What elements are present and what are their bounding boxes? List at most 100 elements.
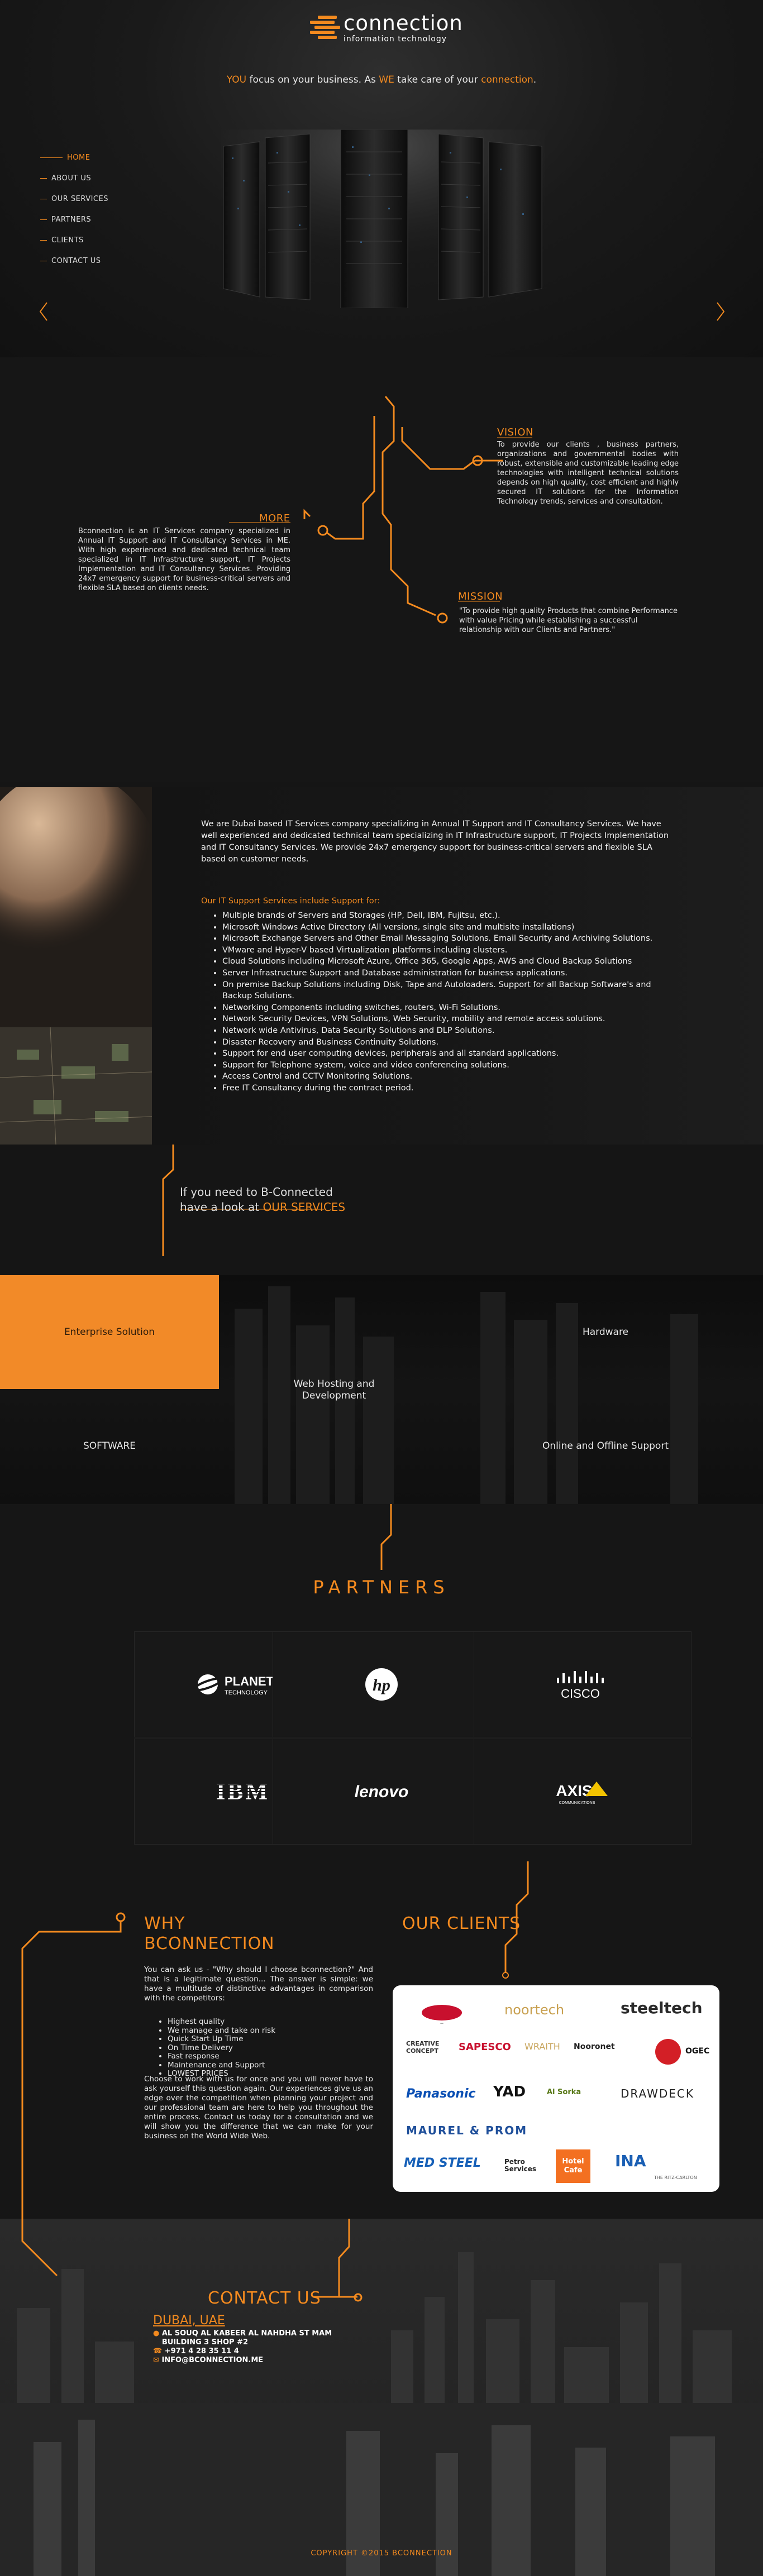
partner-lenovo[interactable]: lenovo [273, 1739, 490, 1845]
nav-item-clients[interactable]: CLIENTS [40, 236, 108, 257]
more-title[interactable]: MORE [259, 513, 290, 524]
clients-title: OUR CLIENTS [402, 1914, 521, 1933]
nav-item-contact-us[interactable]: CONTACT US [40, 257, 108, 277]
our-services-link[interactable]: OUR SERVICES [263, 1200, 345, 1214]
lenovo-logo-icon: lenovo [355, 1783, 409, 1801]
services-intro: We are Dubai based IT Services company s… [201, 820, 669, 864]
contact-phone-row: ☎ +971 4 28 35 11 4 [153, 2347, 363, 2356]
circuit-lines-decoration [162, 1145, 324, 1256]
clients-logo-panel: — noortech steeltech CREATIVE CONCEPT SA… [393, 1985, 719, 2192]
svg-text:—: — [440, 2022, 444, 2026]
city-skyline-background-image [0, 2219, 763, 2576]
client-creative-concept: CREATIVE CONCEPT [406, 2040, 440, 2055]
partner-cisco[interactable]: CISCO [474, 1631, 692, 1737]
connected-line-2: have a look at OUR SERVICES [180, 1200, 346, 1214]
slider-next-button[interactable] [715, 301, 726, 322]
vision-title: VISION [497, 427, 533, 438]
list-item: Network Security Devices, VPN Solutions,… [222, 1013, 680, 1025]
tagline-connection: connection [481, 74, 533, 85]
list-item: On Time Delivery [168, 2043, 275, 2053]
list-item: Microsoft Windows Active Directory (All … [222, 922, 680, 933]
chevron-right-icon [717, 302, 725, 321]
client-drawdeck: DRAWDECK [621, 2087, 694, 2100]
chevron-left-icon [39, 302, 47, 321]
list-item: Free IT Consultancy during the contract … [222, 1083, 680, 1094]
contact-title: CONTACT US [208, 2288, 321, 2308]
list-item: Fast response [168, 2052, 275, 2061]
hero-tagline: YOU focus on your business. As WE take c… [0, 74, 763, 85]
contact-city: DUBAI, UAE [153, 2314, 225, 2328]
list-item: Highest quality [168, 2017, 275, 2027]
hp-logo-icon: hp [365, 1668, 398, 1701]
contact-email-row: ✉ INFO@BCONNECTION.ME [153, 2356, 363, 2365]
list-item: Microsoft Exchange Servers and Other Ema… [222, 933, 680, 945]
services-heading: Our IT Support Services include Support … [201, 897, 380, 906]
list-item: We manage and take on risk [168, 2026, 275, 2036]
server-racks-image [221, 130, 545, 308]
cisco-logo-icon: CISCO [557, 1671, 604, 1701]
client-nooronet: Nooronet [574, 2042, 615, 2051]
tagline-you: YOU [226, 74, 247, 85]
tile-software[interactable]: SOFTWARE [0, 1389, 219, 1503]
client-al-sorka: Al Sorka [547, 2088, 581, 2096]
client-petro-services: Petro Services [504, 2158, 537, 2173]
client-ogec-mark-icon [655, 2039, 681, 2065]
contact-section: CONTACT US DUBAI, UAE ● AL SOUQ AL KABEE… [0, 2219, 763, 2576]
slider-prev-button[interactable] [38, 301, 49, 322]
tile-online-offline-support[interactable]: Online and Offline Support [496, 1389, 715, 1503]
list-item: Network wide Antivirus, Data Security So… [222, 1025, 680, 1037]
tile-hardware[interactable]: Hardware [496, 1275, 715, 1389]
contact-details: ● AL SOUQ AL KABEER AL NAHDHA ST MAM BUI… [153, 2329, 363, 2365]
contact-email[interactable]: INFO@BCONNECTION.ME [161, 2356, 263, 2364]
client-panasonic: Panasonic [406, 2087, 476, 2101]
tagline-part-2: focus on your business. As [246, 74, 379, 85]
brand-logo[interactable]: connection information technology [310, 11, 463, 45]
list-item: Server Infrastructure Support and Databa… [222, 968, 680, 979]
partner-axis[interactable]: AXIS COMMUNICATIONS [474, 1739, 692, 1845]
hp-logo-text: hp [373, 1676, 390, 1694]
list-item: Support for Telephone system, voice and … [222, 1060, 680, 1071]
lenovo-logo-text: lenovo [355, 1783, 409, 1801]
client-ritz-carlton: THE RITZ-CARLTON [654, 2175, 697, 2180]
client-sapesco: SAPESCO [459, 2041, 511, 2053]
connected-section: If you need to B-Connected have a look a… [0, 1145, 763, 1273]
tile-web-hosting[interactable]: Web Hosting and Development [225, 1333, 444, 1447]
why-and-clients-section: WHY BCONNECTION You can ask us - "Why sh… [0, 1856, 763, 2219]
why-intro: You can ask us - "Why should I choose bc… [144, 1965, 373, 2003]
why-outro: Choose to work with us for once and you … [144, 2075, 373, 2141]
phone-icon: ☎ [153, 2347, 163, 2355]
nav-item-about-us[interactable]: ABOUT US [40, 174, 108, 195]
contact-address-row: ● AL SOUQ AL KABEER AL NAHDHA ST MAM BUI… [153, 2329, 363, 2347]
list-item: Access Control and CCTV Monitoring Solut… [222, 1071, 680, 1083]
list-item: On premise Backup Solutions including Di… [222, 979, 680, 1002]
axis-logo-text: AXIS [556, 1782, 592, 1799]
about-section: VISION To provide our clients , business… [0, 357, 763, 782]
list-item: Quick Start Up Time [168, 2034, 275, 2044]
vision-text: To provide our clients , business partne… [497, 440, 679, 506]
list-item: Multiple brands of Servers and Storages … [222, 910, 680, 922]
list-item: Networking Components including switches… [222, 1002, 680, 1014]
nav-item-our-services[interactable]: OUR SERVICES [40, 195, 108, 216]
services-list: Multiple brands of Servers and Storages … [211, 910, 680, 1094]
nav-item-home[interactable]: HOME [40, 154, 108, 174]
nav-item-partners[interactable]: PARTNERS [40, 216, 108, 236]
location-pin-icon: ● [153, 2329, 160, 2338]
hero-section: connection information technology YOU fo… [0, 0, 763, 357]
logo-tagline: information technology [344, 35, 447, 44]
partner-hp[interactable]: hp [273, 1631, 490, 1737]
tagline-part-4: take care of your [394, 74, 481, 85]
client-ogec: OGEC [685, 2047, 710, 2056]
tile-enterprise-solution[interactable]: Enterprise Solution [0, 1275, 219, 1389]
partners-section: PARTNERS PLANET TECHNOLOGY hp CISCO IBM [0, 1504, 763, 1856]
client-ina: INA [615, 2152, 646, 2170]
logo-wordmark: connection [344, 11, 463, 35]
why-points-list: Highest quality We manage and take on ri… [168, 2017, 275, 2079]
client-wraith: WRAITH [524, 2041, 560, 2052]
tagline-period: . [533, 74, 537, 85]
connected-line-1: If you need to B-Connected [180, 1185, 333, 1199]
contact-phone[interactable]: +971 4 28 35 11 4 [165, 2347, 239, 2355]
client-noortech: noortech [504, 2002, 565, 2018]
ibm-logo-icon: IBM [209, 1779, 276, 1805]
services-section: We are Dubai based IT Services company s… [0, 787, 763, 1145]
mission-text: "To provide high quality Products that c… [459, 607, 678, 634]
